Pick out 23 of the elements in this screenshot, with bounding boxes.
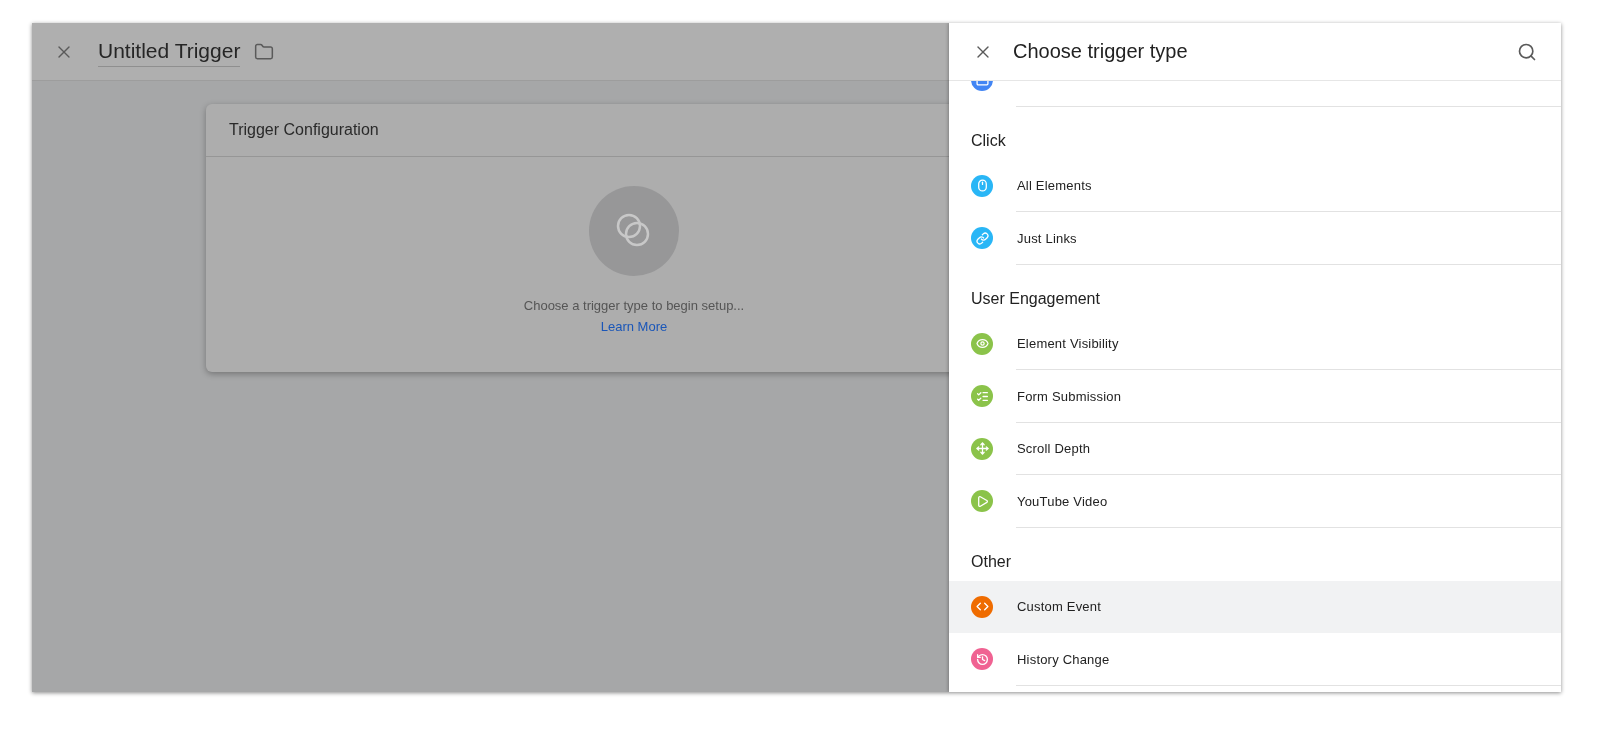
trigger-type-item[interactable]: Element Visibility	[949, 317, 1561, 370]
item-label: Form Submission	[1017, 388, 1122, 404]
item-label: Custom Event	[1017, 599, 1102, 615]
item-label: All Elements	[1017, 178, 1092, 194]
section-heading: Click	[971, 131, 1006, 150]
item-label: History Change	[1017, 651, 1110, 667]
item-label: Element Visibility	[1017, 336, 1119, 352]
panel-title: Choose trigger type	[1013, 40, 1189, 63]
trigger-type-item[interactable]: All Elements	[949, 159, 1561, 212]
trigger-type-item[interactable]: Custom Event	[949, 580, 1561, 633]
trigger-type-item[interactable]: Scroll Depth	[949, 422, 1561, 475]
section-heading: Other	[971, 552, 1011, 571]
trigger-type-item[interactable]: Just Links	[949, 212, 1561, 265]
empty-message: Choose a trigger type to begin setup...	[523, 298, 745, 313]
item-label: Just Links	[1017, 230, 1077, 246]
section-heading: User Engagement	[971, 289, 1100, 308]
item-label: Scroll Depth	[1017, 441, 1091, 457]
item-label: YouTube Video	[1017, 493, 1108, 509]
trigger-type-item[interactable]: YouTube Video	[949, 475, 1561, 528]
trigger-type-item[interactable]: History Change	[949, 633, 1561, 686]
card-title: Trigger Configuration	[229, 121, 379, 139]
trigger-name-field[interactable]: Untitled Trigger	[98, 36, 241, 67]
trigger-type-item[interactable]: Form Submission	[949, 370, 1561, 423]
